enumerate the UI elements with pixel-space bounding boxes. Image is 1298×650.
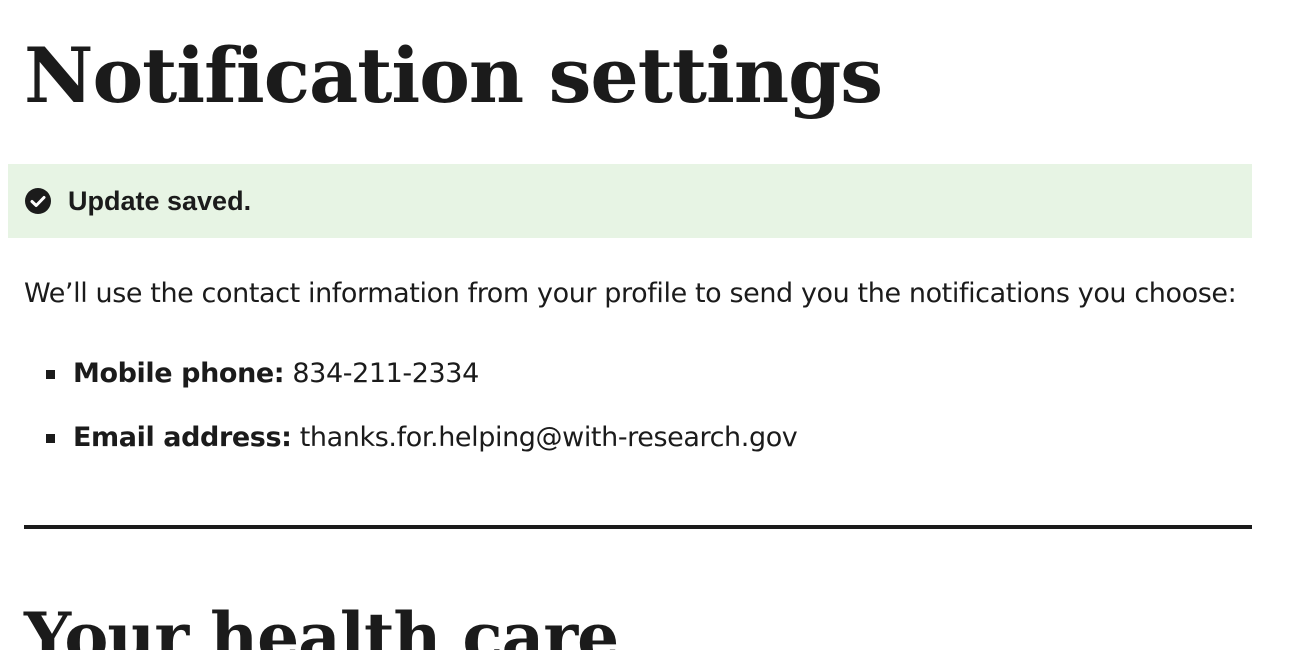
list-item-email-address: Email address: thanks.for.helping@with-r… <box>24 416 798 480</box>
section-divider <box>24 525 1252 529</box>
mobile-phone-label: Mobile phone: <box>73 358 285 389</box>
alert-message: Update saved. <box>68 185 252 216</box>
bullet-marker <box>46 370 55 379</box>
email-address-value: thanks.for.helping@with-research.gov <box>299 422 798 453</box>
contact-info-list: Mobile phone: 834-211-2334 Email address… <box>24 352 798 480</box>
check-circle-icon <box>24 187 52 215</box>
section-heading-health-care: Your health care <box>24 598 619 650</box>
bullet-marker <box>46 434 55 443</box>
mobile-phone-value: 834-211-2334 <box>292 358 479 389</box>
page-title: Notification settings <box>24 31 883 120</box>
list-item-mobile-phone: Mobile phone: 834-211-2334 <box>24 352 797 416</box>
success-alert: Update saved. <box>8 164 1252 238</box>
notification-settings-page: Notification settings Update saved. We’l… <box>0 0 1298 650</box>
intro-text: We’ll use the contact information from y… <box>24 278 1237 309</box>
email-address-label: Email address: <box>73 422 292 453</box>
